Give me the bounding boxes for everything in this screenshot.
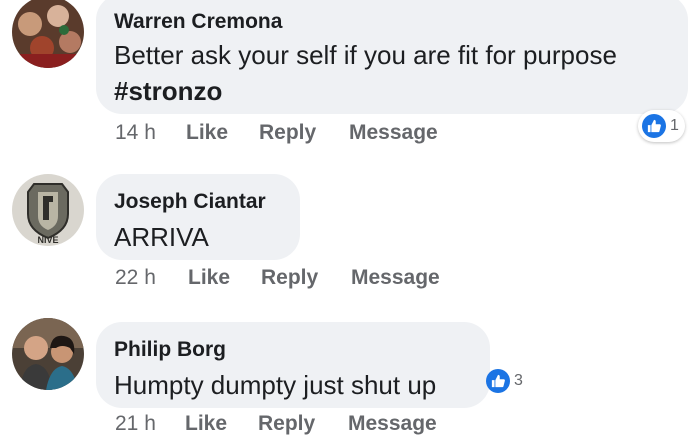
comment-time[interactable]: 21 h [115, 412, 156, 436]
reply-button[interactable]: Reply [258, 412, 315, 436]
reaction-badge[interactable]: 3 [482, 365, 529, 397]
comment-author[interactable]: Philip Borg [114, 338, 226, 362]
avatar[interactable]: NIVE [12, 174, 84, 246]
reaction-count: 3 [514, 372, 523, 389]
comment-author[interactable]: Warren Cremona [114, 10, 282, 34]
comment-bubble: Philip Borg Humpty dumpty just shut up [96, 322, 490, 408]
avatar[interactable] [12, 318, 84, 390]
comment-bubble: Joseph Ciantar ARRIVA [96, 174, 300, 260]
like-button[interactable]: Like [185, 412, 227, 436]
comment-joseph: NIVE Joseph Ciantar ARRIVA 22 h Like Rep… [0, 170, 700, 300]
reply-button[interactable]: Reply [261, 266, 318, 290]
reaction-count: 1 [670, 117, 679, 134]
reply-button[interactable]: Reply [259, 121, 316, 145]
reaction-badge[interactable]: 1 [638, 110, 685, 142]
like-button[interactable]: Like [186, 121, 228, 145]
comment-time[interactable]: 14 h [115, 121, 156, 145]
message-button[interactable]: Message [348, 412, 437, 436]
comment-philip: Philip Borg Humpty dumpty just shut up 3… [0, 318, 700, 441]
message-button[interactable]: Message [351, 266, 440, 290]
avatar[interactable] [12, 0, 84, 68]
like-reaction-icon [642, 114, 666, 138]
message-button[interactable]: Message [349, 121, 438, 145]
like-button[interactable]: Like [188, 266, 230, 290]
like-reaction-icon [486, 369, 510, 393]
comment-hashtag[interactable]: #stronzo [114, 76, 222, 107]
comment-time[interactable]: 22 h [115, 266, 156, 290]
comment-bubble: Warren Cremona Better ask your self if y… [96, 0, 688, 114]
avatar-crest-text: NIVE [37, 235, 58, 245]
comment-text: ARRIVA [114, 222, 209, 252]
comment-warren: Warren Cremona Better ask your self if y… [0, 0, 700, 150]
comment-text: Humpty dumpty just shut up [114, 370, 437, 400]
comment-text: Better ask your self if you are fit for … [114, 40, 617, 70]
comment-author[interactable]: Joseph Ciantar [114, 190, 266, 214]
